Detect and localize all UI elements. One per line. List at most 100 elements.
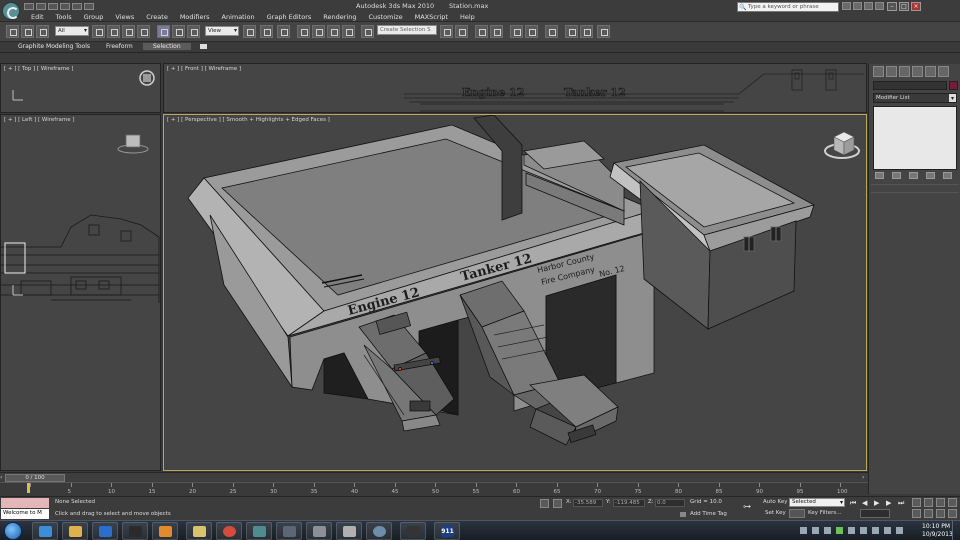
object-color-swatch[interactable] [949,81,958,90]
volume-icon[interactable] [884,527,891,534]
y-coordinate-field[interactable]: -119.485 [613,499,645,507]
open-file-icon[interactable] [36,3,46,10]
absolute-mode-icon[interactable] [553,499,562,508]
auto-key-button[interactable]: Auto Key [763,499,788,505]
menu-maxscript[interactable]: MAXScript [409,13,454,21]
time-slider-handle[interactable]: 0 / 100 [5,474,65,482]
menu-views[interactable]: Views [109,13,140,21]
tray-icon[interactable] [800,527,807,534]
viewport-perspective[interactable]: [ + ] [ Perspective ] [ Smooth + Highlig… [163,114,867,471]
menu-group[interactable]: Group [78,13,110,21]
make-unique-icon[interactable] [909,172,918,179]
taskbar-app-dark[interactable] [122,522,148,540]
viewcube-icon[interactable] [824,131,860,159]
quick-access-dropdown-icon[interactable] [84,3,94,10]
start-button[interactable] [4,522,22,540]
taskbar-internet-explorer[interactable] [32,522,58,540]
object-name-field[interactable] [873,81,947,90]
save-file-icon[interactable] [48,3,58,10]
pivot-center-icon[interactable] [243,25,256,38]
maxscript-listener[interactable]: Welcome to M [1,509,49,519]
percent-snap-icon[interactable] [327,25,340,38]
select-and-move-icon[interactable] [157,25,170,38]
taskbar-app-shield[interactable] [306,522,332,540]
new-file-icon[interactable] [24,3,34,10]
previous-frame-icon[interactable]: ‹ [0,474,2,481]
redo-icon[interactable] [72,3,82,10]
set-key-icon[interactable]: ⊶ [743,502,751,511]
modify-tab-icon[interactable] [886,66,897,77]
window-crossing-icon[interactable] [137,25,150,38]
motion-tab-icon[interactable] [912,66,923,77]
selection-region-icon[interactable] [122,25,135,38]
add-time-tag[interactable]: Add Time Tag [680,511,727,517]
remove-modifier-icon[interactable] [926,172,935,179]
help-icon[interactable] [875,2,884,10]
menu-customize[interactable]: Customize [362,13,408,21]
tab-freeform[interactable]: Freeform [106,43,133,50]
taskbar-chrome[interactable] [216,522,242,540]
edit-named-selection-icon[interactable] [361,25,374,38]
named-selection-set-input[interactable]: Create Selection S [377,25,437,35]
material-editor-icon[interactable] [545,25,558,38]
taskbar-media-player[interactable] [152,522,178,540]
show-end-result-icon[interactable] [892,172,901,179]
pin-stack-icon[interactable] [875,172,884,179]
menu-tools[interactable]: Tools [50,13,78,21]
rendered-frame-window-icon[interactable] [580,25,593,38]
clock-time[interactable]: 10:10 PM [922,523,950,530]
select-and-scale-icon[interactable] [187,25,200,38]
mirror-icon[interactable] [440,25,453,38]
taskbar-folder[interactable] [186,522,212,540]
application-menu-button[interactable] [2,2,20,20]
key-filters-button[interactable]: Key Filters... [808,510,841,516]
z-coordinate-field[interactable]: 0.0 [655,499,685,507]
render-setup-icon[interactable] [565,25,578,38]
next-frame-icon[interactable]: › [862,474,864,481]
clock-date[interactable]: 10/9/2013 [922,531,953,538]
select-and-link-icon[interactable] [6,25,19,38]
create-tab-icon[interactable] [873,66,884,77]
schematic-view-icon[interactable] [525,25,538,38]
maxscript-listener-pink[interactable] [1,498,49,508]
menu-graph-editors[interactable]: Graph Editors [261,13,318,21]
viewport-left[interactable]: [ + ] [ Left ] [ Wireframe ] [0,114,161,471]
taskbar-911[interactable]: 911 [434,522,460,540]
selection-filter-dropdown[interactable]: All [55,26,89,36]
taskbar-app-circle[interactable] [366,522,392,540]
spinner-snap-icon[interactable] [342,25,355,38]
render-production-icon[interactable] [597,25,610,38]
orbit-icon[interactable] [936,509,945,518]
graphite-toggle-icon[interactable] [490,25,503,38]
taskbar-steam[interactable] [276,522,302,540]
maximize-viewport-icon[interactable] [948,509,957,518]
track-bar[interactable]: 0 5 10 15 20 25 30 35 40 45 50 55 60 65 70 75 80 85 90 95 10… [0,482,868,496]
tray-icon[interactable] [812,527,819,534]
next-key-icon[interactable]: ▶ [886,499,891,507]
layer-manager-icon[interactable] [475,25,488,38]
select-by-name-icon[interactable] [107,25,120,38]
lock-selection-icon[interactable] [540,499,549,508]
tray-icon[interactable] [860,527,867,534]
set-key-button[interactable]: Set Key [765,510,786,516]
select-object-icon[interactable] [92,25,105,38]
communication-center-icon[interactable] [853,2,862,10]
menu-rendering[interactable]: Rendering [317,13,362,21]
network-icon[interactable] [872,527,879,534]
tab-graphite-modeling-tools[interactable]: Graphite Modeling Tools [18,43,90,50]
modifier-list-dropdown[interactable]: Modifier List [873,93,957,103]
tray-icon[interactable] [848,527,855,534]
tray-icon[interactable] [824,527,831,534]
configure-modifier-sets-icon[interactable] [943,172,952,179]
play-icon[interactable]: ▶ [874,499,879,507]
taskbar-3ds-max[interactable] [246,522,272,540]
reference-coordinate-dropdown[interactable]: View [205,26,239,36]
taskbar-app-gear[interactable] [336,522,362,540]
go-to-end-icon[interactable]: ⏭ [898,499,904,508]
taskbar-app-blue[interactable] [92,522,118,540]
select-and-rotate-icon[interactable] [172,25,185,38]
menu-help[interactable]: Help [454,13,481,21]
snaps-toggle-icon[interactable] [297,25,310,38]
unlink-icon[interactable] [21,25,34,38]
restore-button[interactable]: □ [899,2,909,11]
